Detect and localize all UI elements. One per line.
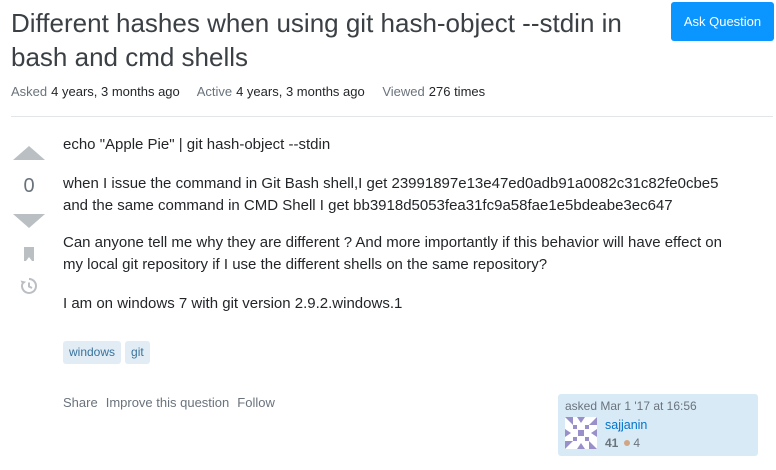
body-paragraph-3-line-1: Can anyone tell me why they are differen… [63, 234, 722, 251]
question-title[interactable]: Different hashes when using git hash-obj… [11, 6, 651, 74]
history-icon[interactable] [19, 276, 39, 296]
body-paragraph-2: when I issue the command in Git Bash she… [63, 173, 719, 217]
question-meta: Asked 4 years, 3 months ago Active 4 years… [11, 84, 499, 100]
ask-question-button[interactable]: Ask Question [671, 2, 774, 41]
tag-list: windows git [63, 341, 150, 364]
bronze-badge-count: 4 [633, 436, 641, 450]
body-paragraph-1: echo "Apple Pie" | git hash-object --std… [63, 136, 331, 153]
post-actions: Share Improve this question Follow [63, 395, 275, 410]
follow-link[interactable]: Follow [237, 395, 275, 410]
upvote-arrow-icon[interactable] [13, 146, 45, 160]
vote-count: 0 [23, 175, 35, 197]
downvote-arrow-icon[interactable] [13, 214, 45, 228]
body-paragraph-4: I am on windows 7 with git version 2.9.2… [63, 295, 403, 312]
asked-label: Asked [11, 84, 48, 99]
body-paragraph-3-line-2: my local git repository if I use the dif… [63, 256, 548, 273]
tag-git[interactable]: git [125, 341, 150, 364]
owner-card: asked Mar 1 '17 at 16:56 sajjanin 41 4 [558, 394, 758, 456]
avatar[interactable] [565, 417, 597, 449]
share-link[interactable]: Share [63, 395, 98, 410]
owner-asked-time[interactable]: asked Mar 1 '17 at 16:56 [565, 399, 697, 413]
viewed-value: 276 times [428, 84, 486, 99]
body-paragraph-2-line-2: and the same command in CMD Shell I get … [63, 197, 673, 214]
asked-value[interactable]: 4 years, 3 months ago [51, 84, 180, 99]
body-paragraph-3: Can anyone tell me why they are differen… [63, 232, 722, 276]
owner-name-link[interactable]: sajjanin [605, 418, 647, 432]
active-label: Active [196, 84, 233, 99]
bronze-badge-icon [624, 440, 631, 446]
viewed-label: Viewed [382, 84, 425, 99]
owner-reputation: 41 4 [605, 436, 640, 450]
tag-windows[interactable]: windows [63, 341, 122, 364]
improve-question-link[interactable]: Improve this question [106, 395, 230, 410]
reputation-score: 41 [605, 436, 619, 450]
active-value[interactable]: 4 years, 3 months ago [236, 84, 365, 99]
body-paragraph-2-line-1: when I issue the command in Git Bash she… [63, 175, 719, 192]
bookmark-icon[interactable] [24, 247, 34, 261]
header-divider [11, 116, 773, 117]
